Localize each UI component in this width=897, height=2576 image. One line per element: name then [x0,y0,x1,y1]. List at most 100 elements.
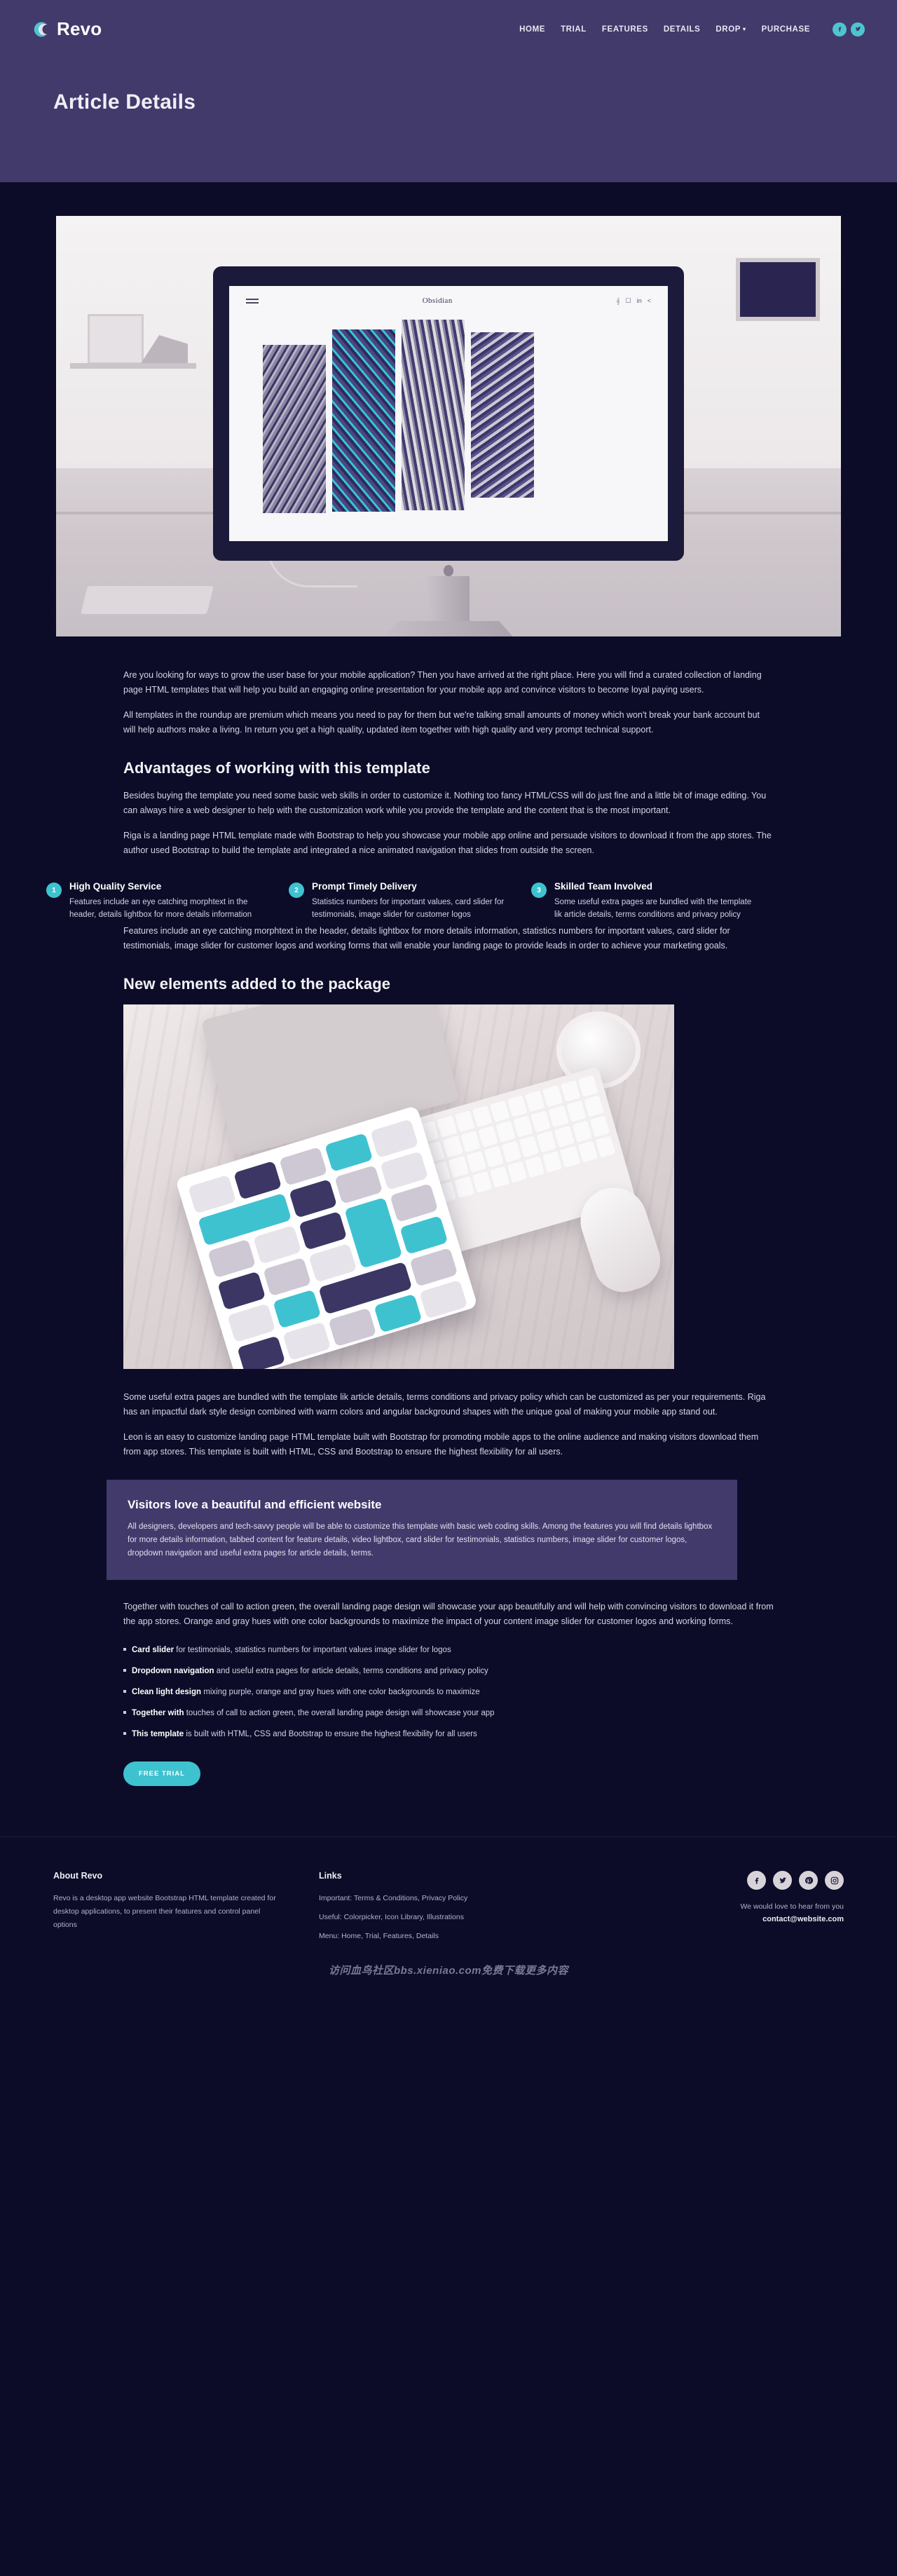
nav-item-label: FEATURES [601,25,648,34]
hero-image-wrapper: Obsidian 𝄞 ☐ in < [0,216,897,636]
linkedin-icon: in [636,297,642,304]
footer-link-useful[interactable]: Useful: Colorpicker, Icon Library, Illus… [319,1911,599,1924]
footer-contact-email[interactable]: contact@website.com [634,1915,844,1923]
hamburger-menu-icon [246,297,259,306]
twitter-icon: 𝄞 [616,297,620,304]
bullet-rest: mixing purple, orange and gray hues with… [201,1688,480,1696]
feature-title: Prompt Timely Delivery [312,881,417,892]
cta-wrapper: FREE TRIAL [123,1761,774,1786]
nav-item-purchase[interactable]: PURCHASE [762,25,810,34]
after-mid-paragraph-1: Some useful extra pages are bundled with… [123,1392,766,1417]
footer-about-text: Revo is a desktop app website Bootstrap … [53,1894,276,1929]
feature-text: Some useful extra pages are bundled with… [554,898,752,919]
footer-about-heading: About Revo [53,1871,103,1881]
closing-paragraph: Together with touches of call to action … [123,1602,774,1626]
facebook-icon[interactable] [833,22,847,36]
feature-item: 3 Skilled Team Involved Some useful extr… [531,881,774,921]
advantages-paragraph-1: Besides buying the template you need som… [123,791,767,815]
nav-item-label: TRIAL [561,25,587,34]
bullet-bold: Together with [132,1709,184,1717]
site-footer: About Revo Revo is a desktop app website… [0,1836,897,1949]
nav-social-group [833,22,865,36]
list-item: Together with touches of call to action … [123,1707,774,1719]
article-body: Are you looking for ways to grow the use… [0,668,897,1786]
instagram-icon: ☐ [625,297,631,304]
advantages-paragraph-2: Riga is a landing page HTML template mad… [123,831,772,855]
twitter-icon[interactable] [851,22,865,36]
nav-item-label: DETAILS [663,25,701,34]
footer-social-column: We would love to hear from you contact@w… [634,1871,844,1923]
crescent-c-icon [32,20,50,39]
footer-links-column: Links Important: Terms & Conditions, Pri… [319,1871,599,1949]
list-item: This template is built with HTML, CSS an… [123,1728,774,1740]
watermark-text: 访问血鸟社区bbs.xieniao.com免费下载更多内容 [328,1965,569,1977]
brand-logo[interactable]: Revo [32,18,102,40]
bullet-bold: Clean light design [132,1688,202,1696]
footer-social-row [634,1871,844,1890]
imac-mockup: Obsidian 𝄞 ☐ in < [213,266,684,636]
callout-box: Visitors love a beautiful and efficient … [107,1480,737,1580]
bullet-bold: Card slider [132,1646,174,1654]
brand-name: Revo [57,18,102,39]
list-item: Card slider for testimonials, statistics… [123,1644,774,1656]
feature-text: Features include an eye catching morphte… [69,898,252,919]
feature-title: High Quality Service [69,881,162,892]
list-item: Dropdown navigation and useful extra pag… [123,1665,774,1677]
feature-number-badge: 1 [46,882,62,898]
nav-item-label: DROP [715,25,741,34]
footer-about-column: About Revo Revo is a desktop app website… [53,1871,285,1932]
new-elements-heading: New elements added to the package [123,975,391,993]
nav-item-label: HOME [519,25,546,34]
screen-social-icons: 𝄞 ☐ in < [616,297,651,305]
intro-paragraph-2: All templates in the roundup are premium… [123,710,760,735]
main-content: Obsidian 𝄞 ☐ in < Are you looking for wa… [0,216,897,1793]
feature-text: Statistics numbers for important values,… [312,898,505,919]
after-mid-paragraph-2: Leon is an easy to customize landing pag… [123,1432,759,1457]
feature-bullet-list: Card slider for testimonials, statistics… [123,1644,774,1740]
nav-item-drop[interactable]: DROP ▾ [715,25,746,34]
bullet-rest: touches of call to action green, the ove… [184,1709,495,1717]
feature-item: 2 Prompt Timely Delivery Statistics numb… [289,881,531,921]
facebook-icon[interactable] [747,1871,766,1890]
nav-item-details[interactable]: DETAILS [664,25,701,34]
feature-number-badge: 2 [289,882,304,898]
callout-text: All designers, developers and tech-savvy… [128,1522,713,1558]
chevron-down-icon: ▾ [743,25,746,32]
intro-block: Are you looking for ways to grow the use… [123,668,774,737]
footer-contact-lead: We would love to hear from you [740,1902,844,1911]
page-title: Article Details [53,90,196,114]
navbar: Revo HOME TRIAL FEATURES DETAILS DROP ▾ P… [0,0,897,40]
nav-item-label: PURCHASE [761,25,810,34]
bullet-rest: is built with HTML, CSS and Bootstrap to… [184,1730,477,1738]
footer-link-important[interactable]: Important: Terms & Conditions, Privacy P… [319,1892,599,1905]
bullet-rest: and useful extra pages for article detai… [214,1667,488,1675]
feature-item: 1 High Quality Service Features include … [46,881,289,921]
footer-link-menu[interactable]: Menu: Home, Trial, Features, Details [319,1930,599,1943]
feature-number-badge: 3 [531,882,547,898]
bullet-bold: Dropdown navigation [132,1667,214,1675]
callout-title: Visitors love a beautiful and efficient … [128,1498,382,1511]
feature-columns: 1 High Quality Service Features include … [46,868,775,924]
free-trial-button[interactable]: FREE TRIAL [123,1761,200,1786]
nav-item-features[interactable]: FEATURES [602,25,648,34]
site-header: Revo HOME TRIAL FEATURES DETAILS DROP ▾ P… [0,0,897,182]
nav-item-trial[interactable]: TRIAL [561,25,587,34]
footer-links-heading: Links [319,1871,342,1881]
feature-title: Skilled Team Involved [554,881,653,892]
twitter-icon[interactable] [773,1871,792,1890]
mid-image-tablet-desk [123,1004,674,1369]
share-icon: < [647,297,651,304]
nav-item-home[interactable]: HOME [519,25,545,34]
hero-image-desk-imac: Obsidian 𝄞 ☐ in < [56,216,841,636]
pinterest-icon[interactable] [799,1871,818,1890]
mid-image-wrapper [123,1004,774,1369]
after-features-paragraph: Features include an eye catching morphte… [123,926,730,950]
nav-links: HOME TRIAL FEATURES DETAILS DROP ▾ PURCHA… [519,22,865,36]
list-item: Clean light design mixing purple, orange… [123,1686,774,1698]
instagram-icon[interactable] [825,1871,844,1890]
bullet-rest: for testimonials, statistics numbers for… [174,1646,451,1654]
bullet-bold: This template [132,1730,184,1738]
advantages-heading: Advantages of working with this template [123,759,430,777]
intro-paragraph-1: Are you looking for ways to grow the use… [123,670,762,695]
screen-site-title: Obsidian [422,297,453,305]
